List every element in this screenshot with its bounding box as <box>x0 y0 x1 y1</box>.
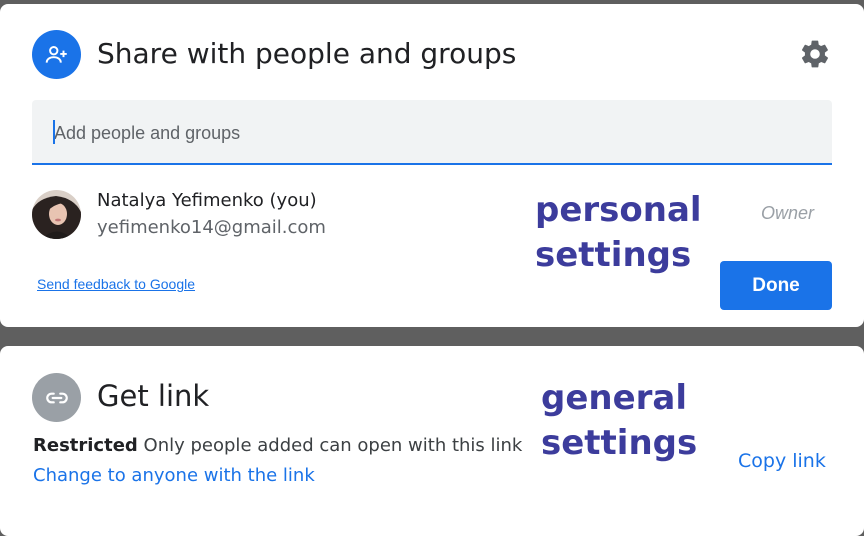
access-description-text: Only people added can open with this lin… <box>143 435 523 456</box>
general-settings-annotation: general settings <box>541 376 697 466</box>
access-description: Restricted Only people added can open wi… <box>33 435 522 456</box>
copy-link-button[interactable]: Copy link <box>738 450 826 472</box>
add-people-input[interactable] <box>52 120 816 146</box>
add-person-icon <box>32 30 81 79</box>
send-feedback-link[interactable]: Send feedback to Google <box>37 276 195 292</box>
annotation-line: general <box>541 378 688 418</box>
access-level-label[interactable]: Restricted <box>33 435 138 456</box>
share-dialog-title: Share with people and groups <box>97 37 517 70</box>
personal-settings-annotation: personal settings <box>535 188 702 278</box>
link-icon <box>32 373 81 422</box>
annotation-line: personal <box>535 190 702 230</box>
add-people-field[interactable] <box>32 100 832 165</box>
owner-role-label: Owner <box>761 203 815 223</box>
annotation-line: settings <box>541 423 698 463</box>
get-link-title: Get link <box>97 379 210 413</box>
annotation-line: settings <box>535 235 692 275</box>
user-email: yefimenko14@gmail.com <box>97 217 326 238</box>
get-link-panel: Get link Restricted Only people added ca… <box>0 346 864 536</box>
share-dialog: Share with people and groups Natalya Yef… <box>0 4 864 327</box>
done-button[interactable]: Done <box>720 261 832 310</box>
change-access-link[interactable]: Change to anyone with the link <box>33 465 315 486</box>
gear-icon[interactable] <box>799 38 831 70</box>
avatar <box>32 190 81 239</box>
user-name: Natalya Yefimenko (you) <box>97 190 317 211</box>
text-caret <box>53 120 55 144</box>
